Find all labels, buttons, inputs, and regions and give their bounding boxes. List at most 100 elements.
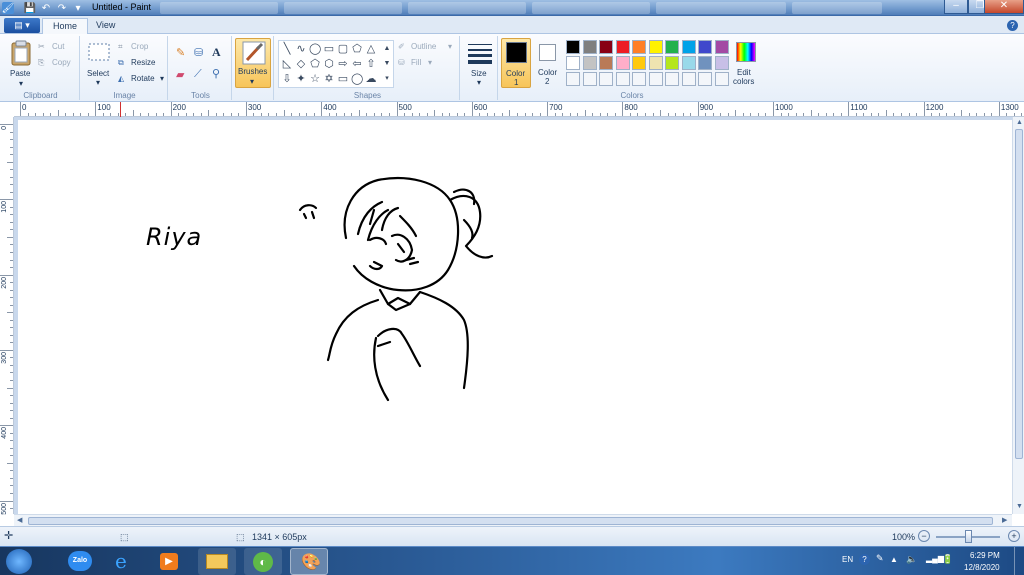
select-button[interactable]: Select ▾ [84,40,114,87]
vertical-scrollbar[interactable]: ▲ ▼ [1012,117,1024,514]
rectangle-shape-icon[interactable]: ▭ [323,43,335,55]
save-icon[interactable]: 💾 [24,2,36,14]
shapes-gallery[interactable]: ╲ ∿ ◯ ▭ ▢ ⬠ △ ◺ ◇ ⬠ ⬡ ⇨ ⇦ ⇧ ⇩ ✦ ☆ ✡ ▭ ◯ … [278,40,394,88]
eraser-icon[interactable]: ▰ [176,68,184,81]
resize-button[interactable]: ⧉ Resize [118,58,164,70]
edit-colors-button[interactable]: Edit colors [732,38,762,88]
palette-color-swatch[interactable] [615,40,630,54]
rotate-button[interactable]: ◭ Rotate ▾ [118,74,166,86]
palette-color-swatch[interactable] [681,56,696,70]
polygon-shape-icon[interactable]: ⬠ [351,43,363,55]
palette-empty-swatch[interactable] [648,72,663,86]
pencil-icon[interactable]: ✎ [176,46,185,59]
palette-empty-swatch[interactable] [681,72,696,86]
tab-view[interactable]: View [86,18,125,34]
scroll-up-icon[interactable]: ▲ [1016,119,1023,126]
start-button[interactable] [6,549,32,574]
palette-empty-swatch[interactable] [714,72,729,86]
palette-empty-swatch[interactable] [566,72,580,86]
color-picker-icon[interactable]: ⟋ [194,68,202,81]
outline-dropdown[interactable]: ✐ Outline ▾ [398,42,456,54]
language-indicator[interactable]: EN [842,555,853,564]
palette-color-swatch[interactable] [714,40,729,54]
rounded-rectangle-shape-icon[interactable]: ▢ [337,43,349,55]
drawing-canvas[interactable]: Riya [18,120,1012,514]
up-arrow-shape-icon[interactable]: ⇧ [365,58,377,70]
magnifier-icon[interactable]: ⚲ [212,67,220,80]
color2-button[interactable]: Color 2 [534,38,562,88]
clock-time[interactable]: 6:29 PM [970,551,1000,560]
scroll-right-icon[interactable]: ▶ [1002,516,1007,524]
paste-button[interactable]: Paste ▾ [6,38,36,88]
four-point-star-shape-icon[interactable]: ✦ [295,73,307,85]
vertical-scroll-thumb[interactable] [1015,129,1023,459]
palette-color-swatch[interactable] [665,56,679,70]
copy-button[interactable]: ⎘ Copy [38,58,78,70]
triangle-shape-icon[interactable]: △ [365,43,377,55]
undo-icon[interactable]: ↶ [40,2,52,14]
scroll-left-icon[interactable]: ◀ [17,516,22,524]
redo-icon[interactable]: ↷ [56,2,68,14]
palette-color-swatch[interactable] [582,40,597,54]
taskbar-zalo[interactable]: Zalo [62,548,100,575]
palette-color-swatch[interactable] [566,40,580,54]
palette-color-swatch[interactable] [632,56,646,70]
palette-color-swatch[interactable] [599,40,613,54]
taskbar-paint[interactable]: 🎨 [290,548,328,575]
callout-rectangle-shape-icon[interactable]: ▭ [337,73,349,85]
gallery-scroll-up-icon[interactable]: ▲ [381,43,393,55]
speaker-icon[interactable]: 🔈 [906,554,917,565]
fill-bucket-icon[interactable]: ⛁ [194,46,203,59]
right-arrow-shape-icon[interactable]: ⇨ [337,58,349,70]
line-shape-icon[interactable]: ╲ [281,43,293,55]
pen-icon[interactable]: ✎ [876,553,884,564]
palette-color-swatch[interactable] [648,56,663,70]
fill-dropdown[interactable]: ⛁ Fill ▾ [398,58,456,70]
tab-home[interactable]: Home [42,18,89,34]
down-arrow-shape-icon[interactable]: ⇩ [281,73,293,85]
oval-shape-icon[interactable]: ◯ [309,43,321,55]
battery-icon[interactable]: 🔋 [942,554,953,565]
minimize-button[interactable]: – [944,0,968,14]
palette-color-swatch[interactable] [648,40,663,54]
horizontal-scroll-thumb[interactable] [28,517,993,525]
show-desktop-button[interactable] [1014,547,1024,575]
palette-color-swatch[interactable] [615,56,630,70]
clock-date[interactable]: 12/8/2020 [964,563,1000,572]
crop-button[interactable]: ⌗ Crop [118,42,164,54]
file-menu-button[interactable]: ▤ ▾ [4,18,40,33]
show-hidden-icons[interactable]: ▲ [890,555,898,564]
close-button[interactable]: ✕ [984,0,1024,14]
left-arrow-shape-icon[interactable]: ⇦ [351,58,363,70]
taskbar-media-player[interactable]: ▶ [150,548,188,575]
palette-color-swatch[interactable] [566,56,580,70]
palette-color-swatch[interactable] [599,56,613,70]
zoom-slider-thumb[interactable] [965,530,972,543]
zoom-in-button[interactable]: + [1008,530,1020,542]
size-button[interactable]: Size ▾ [464,40,496,88]
six-point-star-shape-icon[interactable]: ✡ [323,73,335,85]
palette-color-swatch[interactable] [632,40,646,54]
callout-oval-shape-icon[interactable]: ◯ [351,73,363,85]
hexagon-shape-icon[interactable]: ⬡ [323,58,335,70]
palette-color-swatch[interactable] [681,40,696,54]
taskbar-internet-explorer[interactable]: e [106,548,144,575]
pentagon-shape-icon[interactable]: ⬠ [309,58,321,70]
taskbar-file-explorer[interactable] [198,548,236,575]
text-tool-icon[interactable]: A [212,45,221,60]
cut-button[interactable]: ✂ Cut [38,42,78,54]
customize-qat-icon[interactable]: ▾ [72,2,84,14]
palette-color-swatch[interactable] [714,56,729,70]
palette-empty-swatch[interactable] [599,72,613,86]
horizontal-scrollbar[interactable]: ◀ ▶ [14,514,1012,526]
taskbar-app-green[interactable]: ◐ [244,548,282,575]
palette-empty-swatch[interactable] [632,72,646,86]
five-point-star-shape-icon[interactable]: ☆ [309,73,321,85]
scroll-down-icon[interactable]: ▼ [1016,503,1023,510]
callout-cloud-shape-icon[interactable]: ☁ [365,73,377,85]
palette-empty-swatch[interactable] [698,72,712,86]
diamond-shape-icon[interactable]: ◇ [295,58,307,70]
palette-empty-swatch[interactable] [665,72,679,86]
color1-button[interactable]: Color 1 [501,38,531,88]
palette-color-swatch[interactable] [582,56,597,70]
